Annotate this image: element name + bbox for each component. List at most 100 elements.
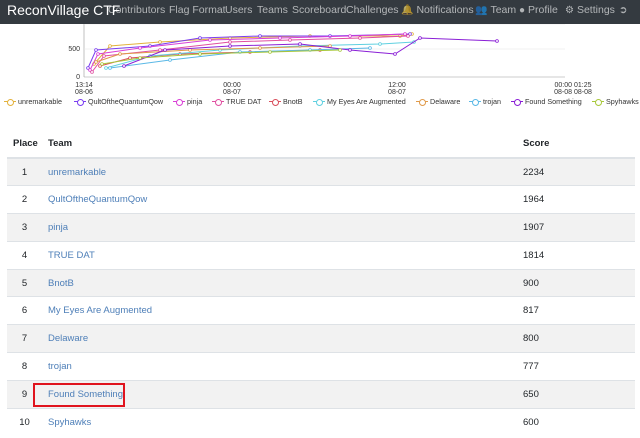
nav-teams[interactable]: Teams xyxy=(257,4,288,16)
scoreboard-table: Place Team Score 1 unremarkable 2234 2 Q… xyxy=(7,130,635,436)
legend-item-true-dat[interactable]: TRUE DAT xyxy=(212,96,261,108)
series-point[interactable] xyxy=(258,46,262,50)
series-point[interactable] xyxy=(102,54,106,58)
series-point[interactable] xyxy=(168,58,172,62)
x-tick-1-time: 13:14 xyxy=(75,82,93,89)
team-link[interactable]: BnotB xyxy=(48,278,74,289)
nav-profile[interactable]: ● Profile xyxy=(519,4,558,16)
row-team: TRUE DAT xyxy=(42,240,517,270)
legend-item-bnotb[interactable]: BnotB xyxy=(269,96,303,108)
team-link[interactable]: unremarkable xyxy=(48,167,106,178)
series-point[interactable] xyxy=(108,44,112,48)
team-link[interactable]: pinja xyxy=(48,222,68,233)
x-tick-1-date: 08-06 xyxy=(75,89,93,96)
series-point[interactable] xyxy=(198,52,202,56)
team-link[interactable]: QultOftheQuantumQow xyxy=(48,194,147,205)
nav-challenges[interactable]: Challenges xyxy=(346,4,399,16)
series-point[interactable] xyxy=(100,62,104,66)
legend-marker-icon xyxy=(212,98,224,107)
series-point[interactable] xyxy=(158,40,162,44)
series-point[interactable] xyxy=(258,34,262,38)
row-place: 8 xyxy=(7,352,42,381)
series-point[interactable] xyxy=(158,48,162,52)
top-navbar: ReconVillage CTF Contributors Flag Forma… xyxy=(0,0,640,24)
legend-item-qultofthequantumqow[interactable]: QultOftheQuantumQow xyxy=(74,96,163,108)
legend-item-delaware[interactable]: Delaware xyxy=(416,96,460,108)
series-point[interactable] xyxy=(138,56,142,60)
legend-item-spyhawks[interactable]: Spyhawks xyxy=(592,96,639,108)
nav-profile-label: Profile xyxy=(528,4,558,16)
series-line-3 xyxy=(91,35,409,73)
row-place: 6 xyxy=(7,296,42,325)
legend-item-unremarkable[interactable]: unremarkable xyxy=(4,96,62,108)
legend-item-found-something[interactable]: Found Something xyxy=(511,96,582,108)
legend-label: Spyhawks xyxy=(606,97,639,106)
user-circle-icon: ● xyxy=(519,5,526,16)
nav-settings[interactable]: ⚙ Settings xyxy=(565,4,615,16)
series-point[interactable] xyxy=(278,36,282,40)
column-header-place: Place xyxy=(7,130,42,159)
series-point[interactable] xyxy=(228,40,232,44)
brand-logo[interactable]: ReconVillage CTF xyxy=(7,2,120,18)
nav-flag-format[interactable]: Flag Format xyxy=(169,4,226,16)
series-point[interactable] xyxy=(228,44,232,48)
team-link[interactable]: trojan xyxy=(48,361,72,372)
series-point[interactable] xyxy=(338,48,342,52)
legend-item-my-eyes-are-augmented[interactable]: My Eyes Are Augmented xyxy=(313,96,406,108)
series-point[interactable] xyxy=(358,36,362,40)
series-point[interactable] xyxy=(108,66,112,70)
users-icon: 👥 xyxy=(475,5,488,16)
nav-contributors[interactable]: Contributors xyxy=(108,4,165,16)
series-point[interactable] xyxy=(368,46,372,50)
nav-logout[interactable]: ➲ xyxy=(619,4,630,16)
x-tick-2-time: 00:00 xyxy=(223,82,241,89)
row-score: 2234 xyxy=(517,157,635,186)
series-point[interactable] xyxy=(163,48,167,52)
legend-label: pinja xyxy=(187,97,203,106)
series-point[interactable] xyxy=(403,32,407,36)
series-point[interactable] xyxy=(348,34,352,38)
table-row: 9 Found Something 650 xyxy=(7,379,635,409)
series-point[interactable] xyxy=(418,36,422,40)
x-tick-3-date: 08-07 xyxy=(388,89,406,96)
series-point[interactable] xyxy=(495,39,499,43)
team-link[interactable]: TRUE DAT xyxy=(48,250,95,261)
series-point[interactable] xyxy=(298,42,302,46)
series-point[interactable] xyxy=(118,52,122,56)
series-point[interactable] xyxy=(406,34,410,38)
row-place: 5 xyxy=(7,268,42,297)
legend-label: BnotB xyxy=(283,97,303,106)
series-point[interactable] xyxy=(104,66,108,70)
table-row: 6 My Eyes Are Augmented 817 xyxy=(7,296,635,325)
row-place: 10 xyxy=(7,407,42,436)
series-point[interactable] xyxy=(198,36,202,40)
series-point[interactable] xyxy=(94,60,98,64)
nav-notifications[interactable]: 🔔 Notifications xyxy=(401,4,474,16)
row-score: 1964 xyxy=(517,185,635,214)
series-point[interactable] xyxy=(138,46,142,50)
legend-item-pinja[interactable]: pinja xyxy=(173,96,202,108)
series-point[interactable] xyxy=(208,38,212,42)
series-point[interactable] xyxy=(96,52,100,56)
series-point[interactable] xyxy=(268,50,272,54)
table-row: 8 trojan 777 xyxy=(7,352,635,381)
series-point[interactable] xyxy=(122,64,126,68)
row-place: 1 xyxy=(7,157,42,186)
score-chart-svg: 500 0 13:14 08-06 00:00 08-07 12:00 08-0… xyxy=(68,24,592,96)
series-point[interactable] xyxy=(378,42,382,46)
legend-item-trojan[interactable]: trojan xyxy=(469,96,501,108)
legend-label: TRUE DAT xyxy=(226,97,262,106)
nav-scoreboard[interactable]: Scoreboard xyxy=(292,4,346,16)
series-point[interactable] xyxy=(348,48,352,52)
series-point[interactable] xyxy=(94,48,98,52)
nav-users[interactable]: Users xyxy=(225,4,252,16)
team-link[interactable]: My Eyes Are Augmented xyxy=(48,305,152,316)
chart-series-layer xyxy=(86,32,499,74)
nav-team[interactable]: 👥 Team xyxy=(475,4,516,16)
team-link[interactable]: Spyhawks xyxy=(48,417,91,428)
row-place: 3 xyxy=(7,213,42,242)
series-point[interactable] xyxy=(288,38,292,42)
team-link[interactable]: Delaware xyxy=(48,333,88,344)
series-point[interactable] xyxy=(393,52,397,56)
series-point[interactable] xyxy=(90,70,94,74)
